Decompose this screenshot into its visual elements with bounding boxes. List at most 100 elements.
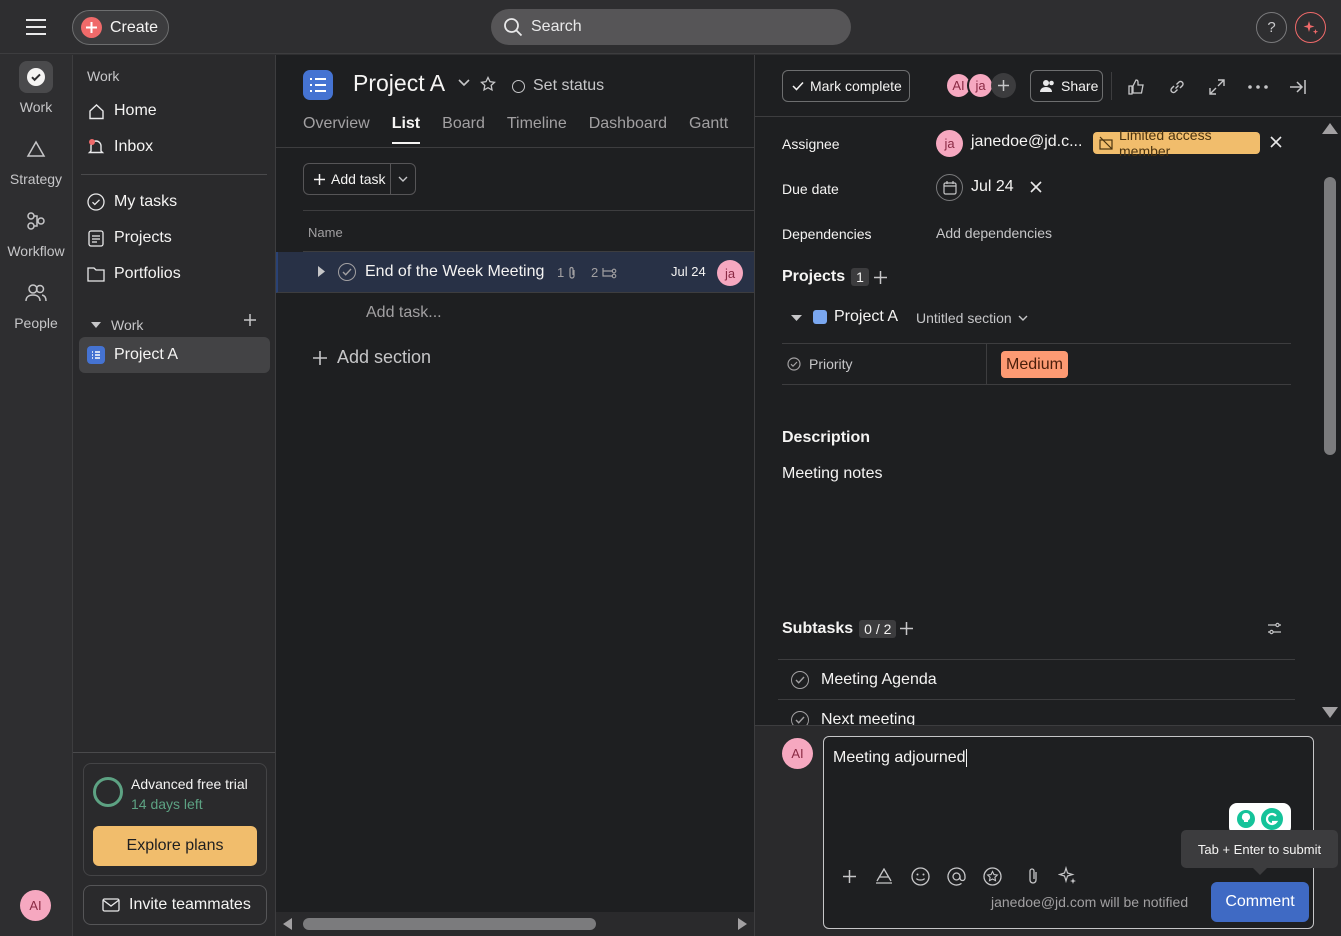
add-task-inline-input[interactable]: Add task... (366, 304, 442, 322)
caret-down-icon[interactable] (791, 314, 802, 322)
add-task-button-group: Add task (303, 163, 416, 195)
scroll-down-icon[interactable] (1322, 707, 1338, 718)
add-collaborator-icon[interactable] (991, 73, 1016, 98)
scrollbar-thumb[interactable] (303, 918, 596, 930)
ai-sparkle-icon[interactable] (1295, 12, 1326, 43)
search-input[interactable]: Search (491, 9, 851, 45)
column-header-name[interactable]: Name (303, 210, 754, 252)
tab-dashboard[interactable]: Dashboard (589, 115, 667, 144)
scroll-right-icon[interactable] (738, 918, 747, 930)
mark-complete-button[interactable]: Mark complete (782, 70, 910, 102)
add-section-button[interactable]: Add section (313, 347, 431, 368)
triangle-icon (19, 133, 53, 165)
star-badge-icon[interactable] (981, 865, 1003, 887)
paperclip-icon[interactable] (1022, 865, 1044, 887)
rail-item-people[interactable]: People (0, 277, 72, 331)
assignee-value[interactable]: janedoe@jd.c... (971, 133, 1082, 151)
header-divider (1111, 72, 1112, 100)
tab-gantt[interactable]: Gantt (689, 115, 728, 144)
add-project-icon[interactable] (243, 313, 257, 327)
check-circle-icon (19, 61, 53, 93)
add-project-icon[interactable] (874, 271, 887, 284)
chevron-down-icon[interactable] (458, 79, 470, 87)
rail-item-strategy[interactable]: Strategy (0, 133, 72, 187)
add-dependencies-button[interactable]: Add dependencies (936, 225, 1052, 241)
description-text[interactable]: Meeting notes (782, 465, 883, 483)
user-avatar[interactable]: AI (20, 890, 51, 921)
rail-item-work[interactable]: Work (0, 61, 72, 115)
due-date-value[interactable]: Jul 24 (971, 178, 1014, 196)
calendar-icon[interactable] (936, 174, 963, 201)
table-row[interactable]: End of the Week Meeting 1 2 Jul 24 ja (276, 252, 754, 293)
complete-check-icon[interactable] (791, 670, 809, 689)
set-status-button[interactable]: Set status (512, 77, 604, 95)
section-dropdown[interactable]: Untitled section (916, 310, 1028, 326)
sidebar-item-portfolios[interactable]: Portfolios (87, 259, 267, 289)
subtask-options-icon[interactable] (1267, 622, 1282, 635)
horizontal-scrollbar[interactable] (276, 912, 754, 936)
invite-teammates-button[interactable]: Invite teammates (83, 885, 267, 925)
task-due-date[interactable]: Jul 24 (671, 264, 706, 279)
more-icon[interactable] (1246, 75, 1270, 99)
thumbs-up-icon[interactable] (1125, 75, 1149, 99)
mention-icon[interactable] (945, 865, 967, 887)
star-icon[interactable] (480, 76, 496, 92)
rail-item-workflow[interactable]: Workflow (0, 205, 72, 259)
collaborator-avatar[interactable]: ja (967, 72, 994, 99)
scrollbar-thumb[interactable] (1324, 177, 1336, 455)
attachment-count[interactable]: 1 (557, 265, 577, 280)
top-bar: Create Search ? (0, 0, 1341, 54)
priority-value[interactable]: Medium (1001, 351, 1068, 378)
close-pane-icon[interactable] (1286, 75, 1310, 99)
sidebar-team-header[interactable]: Work (91, 317, 143, 333)
menu-icon[interactable] (22, 14, 50, 40)
plus-icon[interactable] (838, 865, 860, 887)
priority-icon (787, 357, 801, 371)
assignee-avatar[interactable]: ja (936, 130, 963, 157)
sidebar-item-label: Inbox (114, 138, 154, 155)
tab-board[interactable]: Board (442, 115, 485, 144)
remove-assignee-icon[interactable] (1270, 136, 1282, 148)
tab-list[interactable]: List (391, 115, 421, 144)
add-subtask-icon[interactable] (900, 622, 913, 635)
trial-title: Advanced free trial (131, 776, 248, 792)
emoji-icon[interactable] (909, 865, 931, 887)
rail-label: Strategy (9, 171, 63, 187)
chevron-down-icon[interactable] (391, 164, 415, 194)
comment-submit-button[interactable]: Comment (1211, 882, 1309, 922)
ai-sparkle-icon[interactable] (1057, 865, 1079, 887)
subtask-count[interactable]: 2 (591, 265, 617, 280)
scroll-up-icon[interactable] (1322, 123, 1338, 134)
project-title[interactable]: Project A (353, 70, 445, 97)
subtask-row[interactable]: Next meeting (778, 699, 1295, 725)
explore-plans-button[interactable]: Explore plans (93, 826, 257, 866)
link-icon[interactable] (1165, 75, 1189, 99)
sidebar-item-home[interactable]: Home (87, 96, 267, 126)
assignee-avatar[interactable]: ja (717, 260, 743, 286)
add-task-button[interactable]: Add task (304, 164, 391, 194)
sidebar-item-my-tasks[interactable]: My tasks (87, 187, 267, 217)
rail-label: People (14, 315, 58, 331)
clear-due-date-icon[interactable] (1030, 181, 1042, 193)
caret-right-icon[interactable] (318, 266, 325, 277)
complete-check-icon[interactable] (791, 711, 809, 725)
sidebar-item-project-a[interactable]: Project A (87, 340, 267, 370)
project-name[interactable]: Project A (834, 308, 898, 326)
tab-timeline[interactable]: Timeline (507, 115, 567, 144)
task-name[interactable]: End of the Week Meeting (365, 263, 544, 281)
sidebar-item-projects[interactable]: Projects (87, 223, 267, 253)
tab-overview[interactable]: Overview (303, 115, 370, 144)
help-button[interactable]: ? (1256, 12, 1287, 43)
share-button[interactable]: Share (1030, 70, 1103, 102)
sidebar-item-inbox[interactable]: Inbox (87, 132, 267, 162)
create-button[interactable]: Create (72, 10, 169, 45)
text-format-icon[interactable] (873, 865, 895, 887)
vertical-scrollbar[interactable] (1322, 117, 1340, 725)
field-divider (986, 344, 987, 384)
description-label: Description (782, 429, 871, 446)
subtask-row[interactable]: Meeting Agenda (778, 659, 1295, 699)
complete-check-icon[interactable] (338, 263, 356, 281)
limited-access-badge[interactable]: Limited access member (1093, 127, 1260, 159)
scroll-left-icon[interactable] (283, 918, 292, 930)
expand-icon[interactable] (1205, 75, 1229, 99)
